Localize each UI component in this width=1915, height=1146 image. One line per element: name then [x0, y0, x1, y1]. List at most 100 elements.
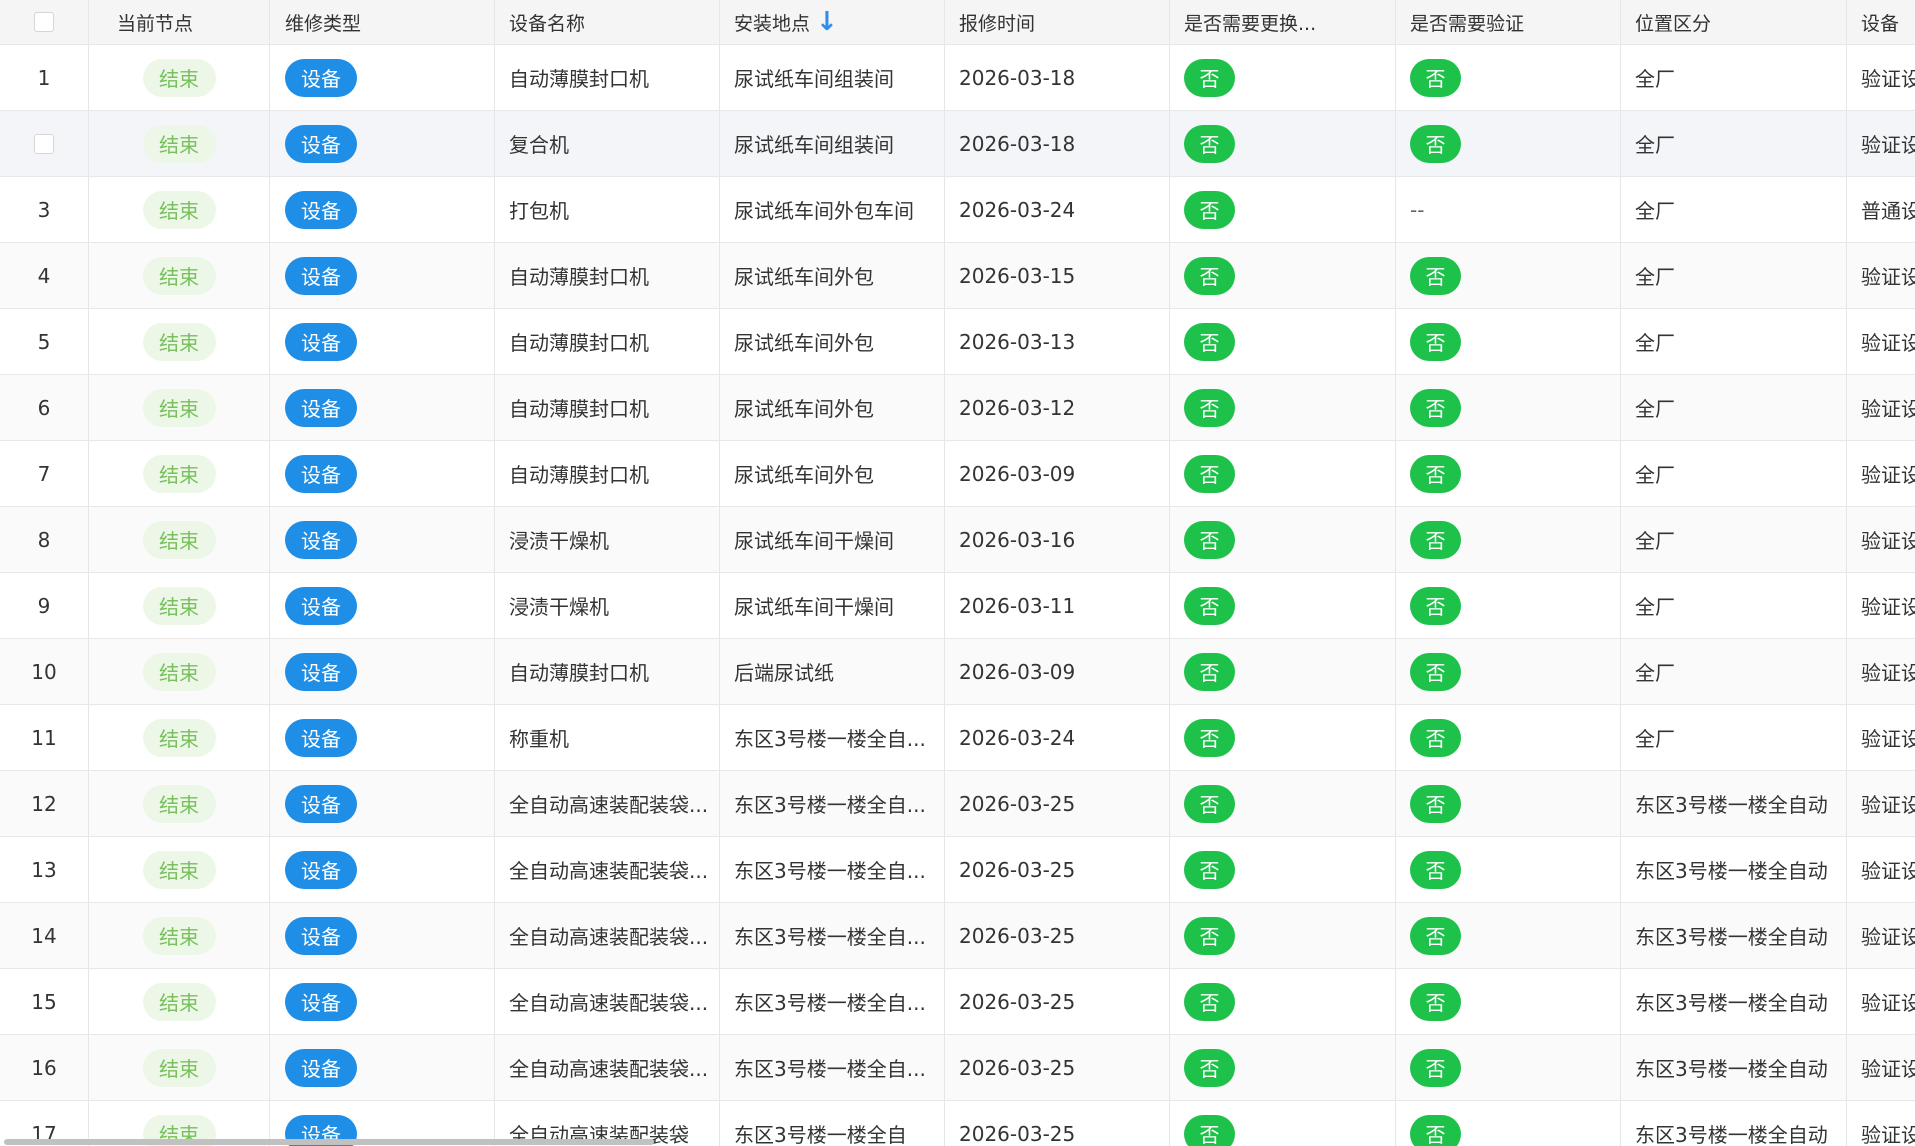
report-time-cell: 2026-03-16: [945, 507, 1170, 572]
device-category: 验证设: [1861, 331, 1915, 355]
device-name: 全自动高速装配装袋...: [509, 925, 709, 949]
device-category-cell: 验证设: [1847, 639, 1915, 704]
row-checkbox[interactable]: [34, 133, 54, 154]
row-number: 1: [37, 65, 51, 90]
need-verify-cell: 否: [1396, 771, 1621, 836]
device-category-cell: 验证设: [1847, 441, 1915, 506]
header-select-cell[interactable]: [0, 0, 89, 44]
need-replace-cell: 否: [1170, 903, 1396, 968]
verify-empty: --: [1410, 197, 1425, 222]
table-row[interactable]: 结束 设备 复合机 尿试纸车间组装间 2026-03-18 否 否 全厂 验证设: [0, 111, 1915, 177]
device-name-cell: 全自动高速装配装袋...: [495, 903, 720, 968]
location-area: 全厂: [1635, 727, 1675, 751]
select-all-checkbox[interactable]: [34, 12, 54, 32]
need-replace-cell: 否: [1170, 771, 1396, 836]
table-row[interactable]: 12 结束 设备 全自动高速装配装袋... 东区3号楼一楼全自... 2026-03-25…: [0, 771, 1915, 837]
table-row[interactable]: 5 结束 设备 自动薄膜封口机 尿试纸车间外包 2026-03-13 否 否 全厂 验证设: [0, 309, 1915, 375]
table-row[interactable]: 1 结束 设备 自动薄膜封口机 尿试纸车间组装间 2026-03-18 否 否 全厂 验证设: [0, 45, 1915, 111]
report-time-cell: 2026-03-18: [945, 111, 1170, 176]
table-row[interactable]: 9 结束 设备 浸渍干燥机 尿试纸车间干燥间 2026-03-11 否 否 全厂 验证设: [0, 573, 1915, 639]
need-verify-cell: 否: [1396, 903, 1621, 968]
device-category-cell: 验证设: [1847, 1035, 1915, 1100]
horizontal-scrollbar-thumb[interactable]: [4, 1139, 654, 1145]
repair-records-table: 当前节点 维修类型 设备名称 安装地点 ↓ 报修时间 是否需要更换... 是否需…: [0, 0, 1915, 1146]
table-row[interactable]: 4 结束 设备 自动薄膜封口机 尿试纸车间外包 2026-03-15 否 否 全厂 验证设: [0, 243, 1915, 309]
device-name: 全自动高速装配装袋...: [509, 991, 709, 1015]
device-category: 验证设: [1861, 463, 1915, 487]
replace-no-tag: 否: [1184, 652, 1235, 691]
header-current-node[interactable]: 当前节点: [89, 0, 270, 44]
repair-type-cell: 设备: [270, 177, 495, 242]
device-name: 全自动高速装配装袋...: [509, 793, 709, 817]
header-location-area[interactable]: 位置区分: [1621, 0, 1847, 44]
header-report-time[interactable]: 报修时间: [945, 0, 1170, 44]
repair-type-cell: 设备: [270, 1035, 495, 1100]
need-verify-cell: 否: [1396, 1035, 1621, 1100]
node-status-tag: 结束: [142, 322, 216, 361]
location-area: 全厂: [1635, 661, 1675, 685]
need-replace-cell: 否: [1170, 507, 1396, 572]
verify-no-tag: 否: [1410, 916, 1461, 955]
table-row[interactable]: 14 结束 设备 全自动高速装配装袋... 东区3号楼一楼全自... 2026-03-25…: [0, 903, 1915, 969]
row-number-cell: 12: [0, 771, 89, 836]
install-location-cell: 尿试纸车间干燥间: [720, 507, 945, 572]
repair-type-tag: 设备: [285, 124, 357, 163]
location-area-cell: 全厂: [1621, 705, 1847, 770]
verify-no-tag: 否: [1410, 124, 1461, 163]
need-replace-cell: 否: [1170, 1035, 1396, 1100]
device-name-cell: 自动薄膜封口机: [495, 375, 720, 440]
install-location-cell: 尿试纸车间干燥间: [720, 573, 945, 638]
table-row[interactable]: 13 结束 设备 全自动高速装配装袋... 东区3号楼一楼全自... 2026-03-25…: [0, 837, 1915, 903]
table-row[interactable]: 16 结束 设备 全自动高速装配装袋... 东区3号楼一楼全自... 2026-03-25…: [0, 1035, 1915, 1101]
device-name: 全自动高速装配装袋...: [509, 859, 709, 883]
node-status-tag: 结束: [142, 256, 216, 295]
install-location: 尿试纸车间组装间: [734, 67, 894, 91]
report-time-cell: 2026-03-25: [945, 837, 1170, 902]
location-area: 东区3号楼一楼全自动: [1635, 1057, 1828, 1081]
location-area-cell: 全厂: [1621, 177, 1847, 242]
header-device-name[interactable]: 设备名称: [495, 0, 720, 44]
device-name-cell: 打包机: [495, 177, 720, 242]
table-row[interactable]: 3 结束 设备 打包机 尿试纸车间外包车间 2026-03-24 否 -- 全厂 普通设: [0, 177, 1915, 243]
table-row[interactable]: 10 结束 设备 自动薄膜封口机 后端尿试纸 2026-03-09 否 否 全厂 验证设: [0, 639, 1915, 705]
device-name-cell: 浸渍干燥机: [495, 573, 720, 638]
header-repair-type[interactable]: 维修类型: [270, 0, 495, 44]
need-verify-cell: 否: [1396, 705, 1621, 770]
node-status-tag: 结束: [142, 124, 216, 163]
table-row[interactable]: 8 结束 设备 浸渍干燥机 尿试纸车间干燥间 2026-03-16 否 否 全厂 验证设: [0, 507, 1915, 573]
repair-type-cell: 设备: [270, 507, 495, 572]
sort-descending-arrow-icon[interactable]: ↓: [816, 9, 838, 35]
header-need-replace[interactable]: 是否需要更换...: [1170, 0, 1396, 44]
node-status-tag: 结束: [142, 520, 216, 559]
header-install-location[interactable]: 安装地点 ↓: [720, 0, 945, 44]
report-time: 2026-03-12: [959, 395, 1076, 420]
report-time: 2026-03-13: [959, 329, 1076, 354]
need-verify-cell: 否: [1396, 309, 1621, 374]
device-category: 普通设: [1861, 199, 1915, 223]
current-node-cell: 结束: [89, 243, 270, 308]
table-row[interactable]: 7 结束 设备 自动薄膜封口机 尿试纸车间外包 2026-03-09 否 否 全厂 验证设: [0, 441, 1915, 507]
verify-no-tag: 否: [1410, 982, 1461, 1021]
table-row[interactable]: 15 结束 设备 全自动高速装配装袋... 东区3号楼一楼全自... 2026-03-25…: [0, 969, 1915, 1035]
horizontal-scrollbar[interactable]: [0, 1138, 1915, 1146]
verify-no-tag: 否: [1410, 850, 1461, 889]
row-select-cell[interactable]: [0, 111, 89, 176]
device-name: 全自动高速装配装袋...: [509, 1057, 709, 1081]
row-number-cell: 11: [0, 705, 89, 770]
header-device-category[interactable]: 设备: [1847, 0, 1915, 44]
need-replace-cell: 否: [1170, 375, 1396, 440]
current-node-cell: 结束: [89, 969, 270, 1034]
location-area-cell: 全厂: [1621, 309, 1847, 374]
install-location: 东区3号楼一楼全自...: [734, 859, 926, 883]
device-category: 验证设: [1861, 529, 1915, 553]
report-time: 2026-03-25: [959, 923, 1076, 948]
header-need-verify[interactable]: 是否需要验证: [1396, 0, 1621, 44]
repair-type-tag: 设备: [285, 586, 357, 625]
device-category: 验证设: [1861, 1057, 1915, 1081]
table-row[interactable]: 11 结束 设备 称重机 东区3号楼一楼全自... 2026-03-24 否 否 全厂 验证设: [0, 705, 1915, 771]
need-replace-cell: 否: [1170, 177, 1396, 242]
current-node-cell: 结束: [89, 111, 270, 176]
row-number: 10: [31, 659, 57, 684]
current-node-cell: 结束: [89, 507, 270, 572]
table-row[interactable]: 6 结束 设备 自动薄膜封口机 尿试纸车间外包 2026-03-12 否 否 全厂 验证设: [0, 375, 1915, 441]
